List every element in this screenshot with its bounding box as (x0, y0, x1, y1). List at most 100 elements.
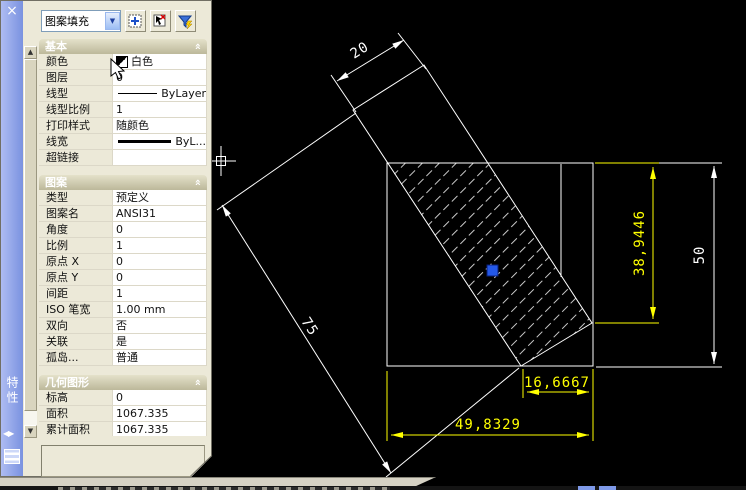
app-screenshot: { "palette": { "title": "特性", "selector_… (0, 0, 746, 490)
dim-20-text[interactable]: 20 (348, 39, 372, 63)
dim-16-6667-text[interactable]: 16,6667 (524, 375, 590, 391)
properties-menu-icon[interactable] (4, 449, 20, 464)
property-row: 线型比例 1 (39, 102, 207, 118)
section-header[interactable]: 基本 » (39, 39, 207, 54)
mouse-cursor (110, 58, 126, 80)
chevron-down-icon[interactable]: ▼ (105, 12, 120, 30)
section-header[interactable]: 图案 » (39, 175, 207, 190)
select-objects-button[interactable] (150, 10, 171, 32)
property-row: 超链接 (39, 150, 207, 166)
property-label: 线宽 (39, 134, 112, 150)
property-row: 关联是 (39, 334, 207, 350)
bottom-blue-fragment (578, 486, 595, 490)
property-row: 线型 ByLayer (39, 86, 207, 102)
property-value[interactable]: 否 (112, 318, 207, 334)
property-value[interactable]: 是 (112, 334, 207, 350)
close-icon[interactable]: × (4, 3, 20, 19)
section-header[interactable]: 几何图形 » (39, 375, 207, 390)
property-value[interactable]: 1 (112, 102, 207, 118)
property-row: 面积 1067.335 (39, 406, 207, 422)
scroll-up-icon[interactable]: ▲ (24, 46, 37, 59)
property-label: 图层 (39, 70, 112, 86)
property-row: 标高 0 (39, 390, 207, 406)
object-type-value: 图案填充 (45, 15, 89, 28)
property-value[interactable]: 1067.335 (112, 422, 207, 436)
property-row: 图案名 ANSI31 (39, 206, 207, 222)
property-value[interactable]: ByLayer (112, 86, 207, 102)
collapse-chevron-icon[interactable]: » (190, 179, 205, 186)
property-row: 孤岛... 普通 (39, 350, 207, 366)
property-value[interactable]: 1 (112, 286, 207, 302)
palette-titlebar[interactable]: × 特性 ◀▶ (1, 1, 23, 476)
property-label: 图案名 (39, 206, 112, 222)
property-row: 比例 1 (39, 238, 207, 254)
property-row: 原点 X0 (39, 254, 207, 270)
property-label: 双向 (39, 318, 112, 334)
property-label: 比例 (39, 238, 112, 254)
property-label: 线型比例 (39, 102, 112, 118)
property-value[interactable] (112, 150, 207, 166)
property-value[interactable]: 普通 (112, 350, 207, 366)
dim-38-9446-text[interactable]: 38,9446 (632, 210, 648, 276)
property-label: 角度 (39, 222, 112, 238)
pickadd-toggle-button[interactable] (125, 10, 146, 32)
property-label: 打印样式 (39, 118, 112, 134)
property-value[interactable]: 0 (112, 222, 207, 238)
description-box (41, 445, 205, 477)
property-row: 线宽 ByL... (39, 134, 207, 150)
property-value[interactable]: 0 (112, 270, 207, 286)
dim-49-8329-text[interactable]: 49,8329 (455, 417, 521, 433)
scrollbar-thumb[interactable] (24, 59, 37, 411)
property-row: 累计面积 1067.335 (39, 422, 207, 436)
property-value[interactable]: 1.00 mm (112, 302, 207, 318)
palette-scrollbar[interactable]: ▲ ▼ (24, 46, 37, 438)
autohide-icon[interactable]: ◀▶ (3, 429, 14, 438)
property-row: 双向否 (39, 318, 207, 334)
bottom-blue-fragment (599, 486, 616, 490)
property-label: 累计面积 (39, 422, 112, 436)
linetype-sample-icon (118, 140, 172, 143)
property-value[interactable]: 0 (112, 254, 207, 270)
property-label: 超链接 (39, 150, 112, 166)
property-row: 间距 1 (39, 286, 207, 302)
linetype-sample-icon (118, 93, 158, 94)
dim-38-9446[interactable] (595, 162, 659, 324)
property-label: 颜色 (39, 54, 112, 70)
property-label: 面积 (39, 406, 112, 422)
property-value[interactable]: 1 (112, 238, 207, 254)
dim-75-text[interactable]: 75 (298, 315, 322, 340)
property-label: 标高 (39, 390, 112, 406)
property-label: 间距 (39, 286, 112, 302)
grip-point[interactable] (486, 264, 499, 277)
property-label: 原点 X (39, 254, 112, 270)
object-type-select[interactable]: 图案填充 ▼ (41, 10, 121, 32)
collapse-chevron-icon[interactable]: » (190, 379, 205, 386)
section-title: 基本 (45, 40, 67, 53)
section-title: 几何图形 (45, 376, 89, 389)
section-title: 图案 (45, 176, 67, 189)
property-row: 角度 0 (39, 222, 207, 238)
property-label: 孤岛... (39, 350, 112, 366)
property-label: ISO 笔宽 (39, 302, 112, 318)
dim-50-text[interactable]: 50 (692, 246, 708, 265)
property-label: 类型 (39, 190, 112, 206)
property-row: 原点 Y0 (39, 270, 207, 286)
property-value[interactable]: 1067.335 (112, 406, 207, 422)
collapse-chevron-icon[interactable]: » (190, 43, 205, 50)
properties-palette: × 特性 ◀▶ ▲ ▼ 图案填充 ▼ 基本»颜色白色图层0线型ByLayer线型… (0, 0, 212, 477)
property-value[interactable]: 预定义 (112, 190, 207, 206)
property-row: 打印样式 随颜色 (39, 118, 207, 134)
scroll-down-icon[interactable]: ▼ (24, 425, 37, 438)
property-label: 原点 Y (39, 270, 112, 286)
property-label: 线型 (39, 86, 112, 102)
property-value[interactable]: ByL... (112, 134, 207, 150)
property-row: ISO 笔宽 1.00 mm (39, 302, 207, 318)
property-row: 类型 预定义 (39, 190, 207, 206)
property-value[interactable]: 0 (112, 390, 207, 406)
quick-select-button[interactable] (175, 10, 196, 32)
property-value[interactable]: 随颜色 (112, 118, 207, 134)
palette-toolbar: 图案填充 ▼ (41, 9, 207, 33)
property-label: 关联 (39, 334, 112, 350)
palette-title: 特性 (5, 376, 19, 406)
property-value[interactable]: ANSI31 (112, 206, 207, 222)
